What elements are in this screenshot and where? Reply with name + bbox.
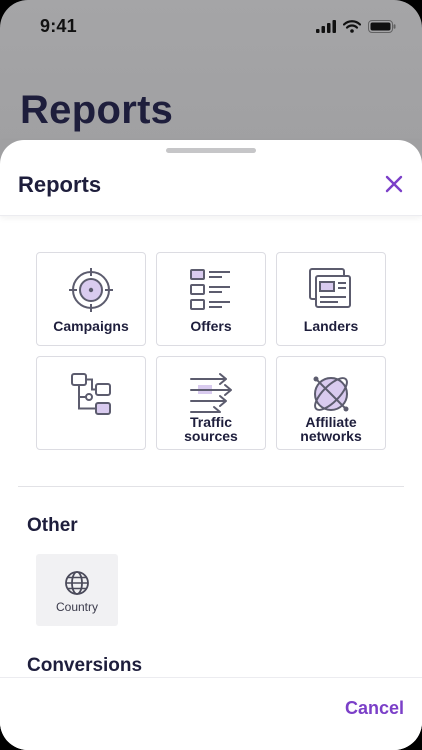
landers-label: Landers [303,318,359,334]
sheet-footer: Cancel [0,677,422,750]
landers-tile[interactable]: Landers [276,252,386,346]
sheet-title: Reports [18,172,102,197]
phone-screen: 9:41 Reports Reports Campaigns Offers La… [0,0,422,750]
status-bar: 9:41 [0,0,422,52]
flows-tile[interactable] [36,356,146,450]
signal-icon [316,19,336,33]
flow-diagram-icon [71,373,111,415]
traffic-arrows-icon [190,373,232,413]
country-label: Country [55,600,99,614]
traffic-sources-label-line1: Traffic [189,414,232,430]
status-icons [316,19,396,33]
affiliate-networks-label-line1: Affiliate [305,414,357,430]
status-time: 9:41 [40,15,77,36]
offers-label: Offers [190,318,232,334]
campaigns-label: Campaigns [53,318,129,334]
affiliate-networks-tile[interactable]: Affiliate networks [276,356,386,450]
target-icon [69,268,113,312]
offers-list-icon [190,269,230,310]
close-button[interactable] [382,172,406,196]
report-types-grid: Campaigns Offers Landers Traffic sources… [36,252,386,450]
globe-icon [65,571,89,595]
traffic-sources-tile[interactable]: Traffic sources [156,356,266,450]
cancel-button[interactable]: Cancel [345,698,404,719]
background-page-title: Reports [20,88,174,132]
traffic-sources-label-line2: sources [184,428,238,444]
country-tile[interactable]: Country [36,554,118,626]
affiliate-networks-label-line2: networks [300,428,362,444]
wifi-icon [343,19,361,33]
network-globe-icon [313,376,349,412]
battery-icon [368,19,396,33]
landers-pages-icon [309,268,351,308]
other-section-title: Other [27,515,78,536]
conversions-section-title: Conversions [27,655,143,676]
close-icon [385,175,403,193]
section-divider [18,486,404,487]
sheet-header: Reports [0,140,422,216]
offers-tile[interactable]: Offers [156,252,266,346]
campaigns-tile[interactable]: Campaigns [36,252,146,346]
reports-bottom-sheet: Reports Campaigns Offers Landers Traffic… [0,140,422,750]
